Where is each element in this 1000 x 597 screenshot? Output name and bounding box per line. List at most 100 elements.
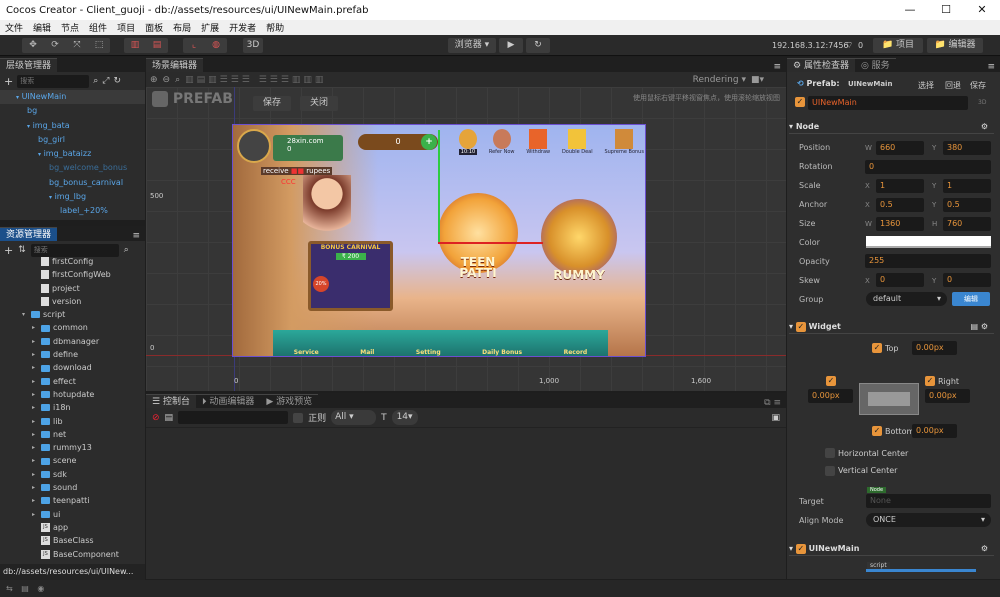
- tab-inspector[interactable]: ⚙ 属性检查器: [787, 58, 855, 72]
- expand-arrow-icon[interactable]: ▸: [32, 335, 41, 348]
- 3d-toggle[interactable]: 3D: [978, 99, 986, 106]
- rotate-tool-icon[interactable]: ⟳: [44, 38, 66, 53]
- rendering-select[interactable]: Rendering ▾: [693, 75, 746, 85]
- menu-node[interactable]: 节点: [56, 21, 84, 34]
- menu-layout[interactable]: 布局: [168, 21, 196, 34]
- tab-animation-editor[interactable]: ⏵ 动画编辑器: [195, 394, 261, 408]
- open-project-button[interactable]: 📁 项目: [873, 38, 923, 53]
- hierarchy-item[interactable]: ▾ img_bata: [0, 119, 145, 133]
- hierarchy-item[interactable]: bg: [0, 104, 145, 118]
- rect-tool-icon[interactable]: ⬚: [88, 38, 110, 53]
- expand-arrow-icon[interactable]: ▸: [32, 454, 41, 467]
- search-icon[interactable]: ⌕: [93, 76, 98, 86]
- prefab-revert-button[interactable]: 回退: [945, 80, 961, 91]
- menu-file[interactable]: 文件: [0, 21, 28, 34]
- group-select[interactable]: default ▾: [866, 292, 947, 306]
- opacity-input[interactable]: 255: [865, 254, 991, 268]
- expand-arrow-icon[interactable]: ▸: [32, 415, 41, 428]
- sort-icon[interactable]: ⇅: [18, 245, 26, 255]
- clear-icon[interactable]: ⊘: [152, 413, 160, 423]
- camera-icon[interactable]: ■▾: [751, 75, 764, 85]
- asset-item[interactable]: ▸ hotupdate: [0, 388, 145, 401]
- hierarchy-item[interactable]: ▾ img_bataizz: [0, 147, 145, 161]
- bottom-checkbox[interactable]: ✓: [872, 426, 882, 436]
- menu-component[interactable]: 组件: [84, 21, 112, 34]
- widget-enabled-checkbox[interactable]: ✓: [795, 322, 806, 332]
- left-checkbox[interactable]: ✓: [826, 376, 836, 386]
- position-y-input[interactable]: 380: [943, 141, 991, 155]
- move-tool-icon[interactable]: ✥: [22, 38, 44, 53]
- bonus-carnival-board[interactable]: BONUS CARNIVAL ₹ 200 20%: [308, 241, 393, 311]
- asset-item[interactable]: ▸ sound: [0, 481, 145, 494]
- expand-arrow-icon[interactable]: ▸: [32, 361, 41, 374]
- node-active-checkbox[interactable]: ✓: [795, 97, 805, 107]
- skew-x-input[interactable]: 0: [876, 273, 924, 287]
- pivot-icon[interactable]: ▥: [124, 38, 146, 53]
- gizmo-x-axis[interactable]: [438, 242, 543, 244]
- scale-x-input[interactable]: 1: [876, 179, 924, 193]
- expand-arrow-icon[interactable]: ▸: [32, 428, 41, 441]
- menu-icon[interactable]: ≡: [982, 62, 1000, 72]
- left-input[interactable]: 0.00px: [808, 389, 853, 403]
- asset-item[interactable]: firstConfig: [0, 255, 145, 268]
- preview-status-icon[interactable]: ◉: [37, 584, 44, 593]
- asset-item[interactable]: ▸ scene: [0, 454, 145, 467]
- hierarchy-item[interactable]: label_+20%: [0, 204, 145, 218]
- asset-item[interactable]: ▸ common: [0, 321, 145, 334]
- expand-arrow-icon[interactable]: ▾: [49, 194, 52, 201]
- tab-console[interactable]: ☰ 控制台: [146, 394, 196, 408]
- rummy-button[interactable]: [541, 199, 617, 275]
- gizmo-y-axis[interactable]: [438, 130, 440, 243]
- align-mode-select[interactable]: ONCE ▾: [866, 513, 991, 527]
- nav-record[interactable]: Record: [564, 349, 588, 356]
- nav-mail[interactable]: Mail: [360, 349, 374, 356]
- hierarchy-item[interactable]: ▾ img_lbg: [0, 190, 145, 204]
- horizontal-center-checkbox[interactable]: [825, 448, 835, 458]
- refresh-status-icon[interactable]: ⇆: [6, 584, 13, 593]
- asset-item[interactable]: ▾ script: [0, 308, 145, 321]
- open-log-icon[interactable]: ▤: [165, 413, 174, 423]
- asset-item[interactable]: JS BaseComponent: [0, 548, 145, 561]
- nav-service[interactable]: Service: [294, 349, 319, 356]
- expand-arrow-icon[interactable]: ▸: [32, 481, 41, 494]
- top-input[interactable]: 0.00px: [912, 341, 957, 355]
- local-icon[interactable]: ▤: [146, 38, 168, 53]
- add-asset-icon[interactable]: +: [4, 244, 13, 257]
- nav-setting[interactable]: Setting: [416, 349, 441, 356]
- asset-item[interactable]: ▸ dbmanager: [0, 335, 145, 348]
- expand-arrow-icon[interactable]: ▾: [38, 151, 41, 158]
- asset-item[interactable]: JS app: [0, 521, 145, 534]
- play-button[interactable]: ▶: [499, 38, 523, 53]
- asset-item[interactable]: ▸ net: [0, 428, 145, 441]
- scale-y-input[interactable]: 1: [943, 179, 991, 193]
- prefab-save-button[interactable]: 保存: [253, 96, 291, 111]
- nav-daily-bonus[interactable]: Daily Bonus: [482, 349, 522, 356]
- align-icons[interactable]: ▥▤▥☰☰☰ ☰☰☰▥▥▥: [185, 75, 326, 85]
- expand-arrow-icon[interactable]: ▸: [32, 441, 41, 454]
- close-button[interactable]: ✕: [964, 0, 1000, 20]
- asset-item[interactable]: firstConfigWeb: [0, 268, 145, 281]
- font-size-select[interactable]: 14▾: [391, 410, 418, 425]
- color-swatch[interactable]: [866, 236, 991, 248]
- menu-help[interactable]: 帮助: [261, 21, 289, 34]
- hierarchy-item[interactable]: bg_welcome_bonus: [0, 161, 145, 175]
- menu-panel[interactable]: 面板: [140, 21, 168, 34]
- node-name-input[interactable]: UINewMain: [808, 96, 968, 110]
- log-level-select[interactable]: All ▾: [331, 410, 377, 425]
- expand-arrow-icon[interactable]: ▸: [32, 375, 41, 388]
- anchor-y-input[interactable]: 0.5: [943, 198, 991, 212]
- position-x-input[interactable]: 660: [876, 141, 924, 155]
- double-deal-icon[interactable]: Double Deal: [562, 129, 593, 155]
- prefab-close-button[interactable]: 关闭: [300, 96, 338, 111]
- minimize-button[interactable]: —: [892, 0, 928, 20]
- asset-item[interactable]: JS BaseClass: [0, 534, 145, 547]
- top-checkbox[interactable]: ✓: [872, 343, 882, 353]
- group-edit-button[interactable]: 编辑: [952, 292, 990, 306]
- expand-arrow-icon[interactable]: ▸: [32, 508, 41, 521]
- refer-now-icon[interactable]: Refer Now: [489, 129, 515, 155]
- anchor-x-input[interactable]: 0.5: [876, 198, 924, 212]
- expand-arrow-icon[interactable]: ▸: [32, 468, 41, 481]
- skew-y-input[interactable]: 0: [943, 273, 991, 287]
- asset-item[interactable]: ▸ ui: [0, 508, 145, 521]
- asset-item[interactable]: ▸ effect: [0, 375, 145, 388]
